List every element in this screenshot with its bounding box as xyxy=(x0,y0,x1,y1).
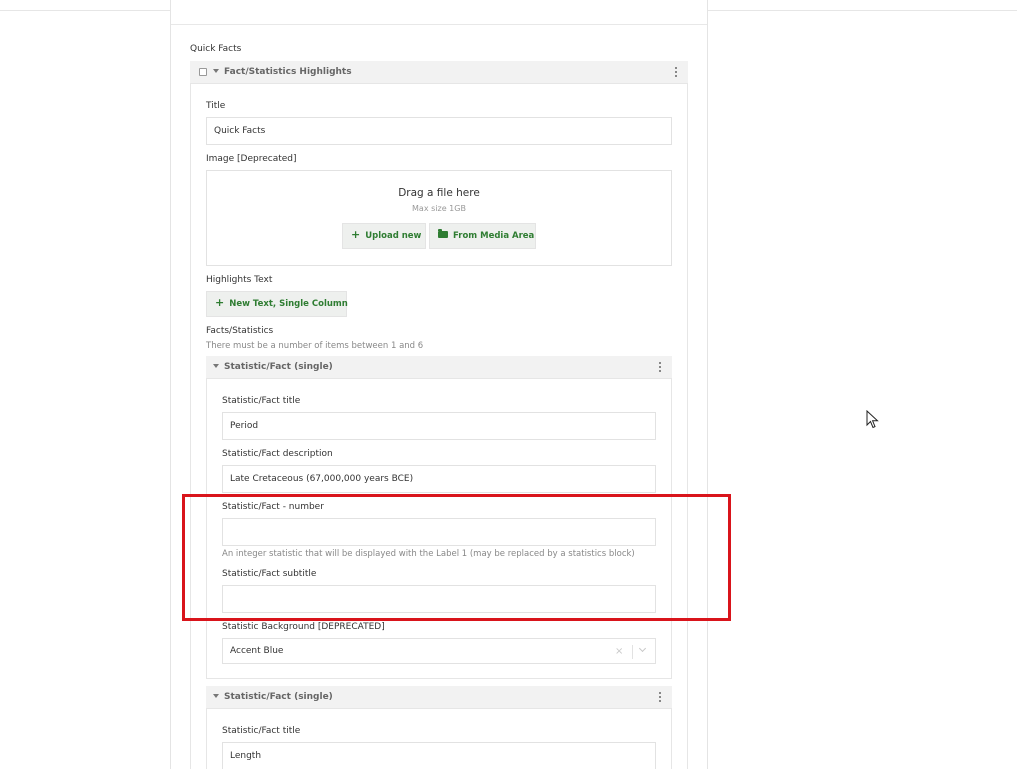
clear-icon[interactable]: × xyxy=(615,646,623,657)
plus-icon: + xyxy=(215,296,225,309)
dropzone-title: Drag a file here xyxy=(398,187,480,199)
select-checkbox[interactable] xyxy=(199,68,207,76)
component-title: Fact/Statistics Highlights xyxy=(224,67,352,77)
stat-background-select[interactable]: Accent Blue × xyxy=(222,638,656,664)
component-header[interactable]: Fact/Statistics Highlights xyxy=(190,61,688,84)
dropzone-max-size: Max size 1GB xyxy=(412,204,466,213)
chevron-down-icon[interactable] xyxy=(213,694,219,698)
stat-title-input[interactable]: Period xyxy=(222,412,656,440)
new-text-single-column-button[interactable]: + New Text, Single Column xyxy=(206,291,348,317)
divider xyxy=(171,24,707,25)
from-media-area-label: From Media Area xyxy=(453,231,535,241)
stat-background-label: Statistic Background [DEPRECATED] xyxy=(222,622,385,632)
mouse-cursor-icon xyxy=(866,410,879,429)
highlights-label: Highlights Text xyxy=(206,275,273,285)
stat-title-input[interactable]: Length xyxy=(222,742,656,769)
statistic-header-title: Statistic/Fact (single) xyxy=(224,692,333,702)
stat-background-value: Accent Blue xyxy=(230,646,284,656)
stat-description-input[interactable]: Late Cretaceous (67,000,000 years BCE) xyxy=(222,465,656,493)
from-media-area-button[interactable]: From Media Area xyxy=(429,223,536,249)
upload-new-button[interactable]: + Upload new xyxy=(342,223,426,249)
stat-description-label: Statistic/Fact description xyxy=(222,449,333,459)
more-options-icon[interactable] xyxy=(672,66,680,78)
folder-icon xyxy=(438,229,448,238)
more-options-icon[interactable] xyxy=(656,361,664,373)
highlight-annotation-box xyxy=(182,494,731,621)
statistic-header-title: Statistic/Fact (single) xyxy=(224,362,333,372)
chevron-down-icon[interactable] xyxy=(213,364,219,368)
facts-label: Facts/Statistics xyxy=(206,326,274,336)
select-divider xyxy=(632,645,633,659)
plus-icon: + xyxy=(351,228,361,241)
chevron-down-icon[interactable] xyxy=(213,69,219,73)
stat-title-label: Statistic/Fact title xyxy=(222,726,301,736)
title-input[interactable]: Quick Facts xyxy=(206,117,672,145)
statistic-header[interactable]: Statistic/Fact (single) xyxy=(206,356,672,379)
section-label: Quick Facts xyxy=(190,44,242,54)
stat-title-label: Statistic/Fact title xyxy=(222,396,301,406)
upload-new-label: Upload new xyxy=(365,231,422,241)
new-text-label: New Text, Single Column xyxy=(229,299,348,309)
statistic-header[interactable]: Statistic/Fact (single) xyxy=(206,686,672,709)
more-options-icon[interactable] xyxy=(656,691,664,703)
facts-hint: There must be a number of items between … xyxy=(206,341,424,351)
chevron-down-icon[interactable] xyxy=(638,644,647,653)
file-dropzone[interactable]: Drag a file here Max size 1GB xyxy=(206,170,672,266)
image-label: Image [Deprecated] xyxy=(206,154,297,164)
title-label: Title xyxy=(206,101,226,111)
